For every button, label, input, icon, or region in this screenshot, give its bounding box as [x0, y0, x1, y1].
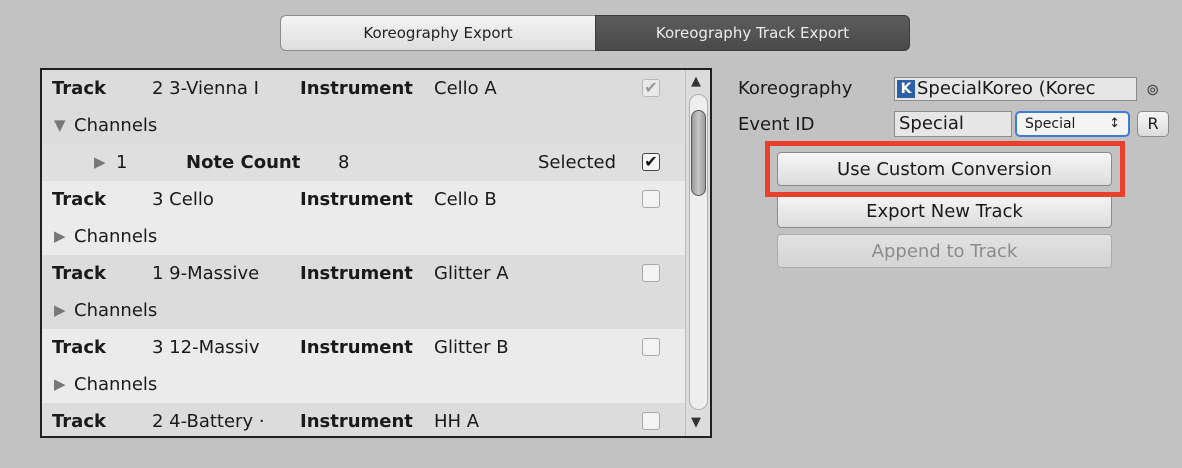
use-custom-conversion-button[interactable]: Use Custom Conversion	[777, 152, 1112, 186]
koreography-asset-icon: K	[897, 80, 915, 98]
up-down-caret-icon: ↕	[1109, 116, 1120, 131]
scroll-thumb[interactable]	[691, 110, 706, 196]
koreography-label: Koreography	[738, 78, 853, 99]
channels-label: Channels	[74, 115, 158, 136]
track-row: Track 3 12-Massiv Instrument Glitter B	[42, 329, 685, 366]
instrument-label: Instrument	[300, 263, 413, 284]
triangle-right-icon: ▶	[54, 301, 66, 319]
instrument-label: Instrument	[300, 411, 413, 432]
selected-label: Selected	[538, 152, 617, 173]
track-rows: Track 2 3-Vienna I Instrument Cello A ✔ …	[42, 70, 685, 436]
arrow-down-icon[interactable]: ▼	[691, 415, 701, 430]
instrument-label: Instrument	[300, 189, 413, 210]
instrument-label: Instrument	[300, 78, 413, 99]
channels-label: Channels	[74, 300, 158, 321]
note-count-value: 8	[338, 152, 350, 173]
track-value: 2 4-Battery ·	[152, 411, 265, 432]
channels-foldout[interactable]: ▶ Channels	[42, 218, 685, 255]
channels-foldout[interactable]: ▶ Channels	[42, 366, 685, 403]
track-value: 3 Cello	[152, 189, 214, 210]
event-id-select[interactable]: Special ↕	[1015, 111, 1130, 137]
instrument-value: Cello B	[434, 189, 497, 210]
track-export-checkbox[interactable]	[642, 190, 660, 208]
track-export-checkbox[interactable]: ✔	[642, 79, 660, 97]
triangle-right-icon: ▶	[54, 375, 66, 393]
track-value: 3 12-Massiv	[152, 337, 260, 358]
event-id-field[interactable]: Special	[894, 111, 1012, 137]
track-label: Track	[52, 78, 106, 99]
target-icon[interactable]: ⊚	[1146, 80, 1159, 99]
track-export-checkbox[interactable]	[642, 338, 660, 356]
event-id-label: Event ID	[738, 114, 815, 135]
track-label: Track	[52, 189, 106, 210]
track-row: Track 2 4-Battery · Instrument HH A	[42, 403, 685, 436]
track-value: 2 3-Vienna I	[152, 78, 259, 99]
arrow-up-icon[interactable]: ▲	[691, 74, 701, 89]
reset-button[interactable]: R	[1137, 111, 1169, 137]
channel-selected-checkbox[interactable]: ✔	[642, 153, 660, 171]
track-export-checkbox[interactable]	[642, 412, 660, 430]
instrument-value: Glitter B	[434, 337, 509, 358]
channel-row: ▶ 1 Note Count 8 Selected ✔	[42, 144, 685, 181]
triangle-down-icon: ▼	[54, 116, 66, 134]
channels-label: Channels	[74, 374, 158, 395]
vertical-scrollbar[interactable]: ▲ ▼	[685, 70, 710, 436]
track-export-checkbox[interactable]	[642, 264, 660, 282]
channels-foldout[interactable]: ▶ Channels	[42, 292, 685, 329]
track-value: 1 9-Massive	[152, 263, 260, 284]
track-label: Track	[52, 411, 106, 432]
note-count-label: Note Count	[186, 152, 301, 173]
instrument-value: Cello A	[434, 78, 497, 99]
track-label: Track	[52, 337, 106, 358]
checkmark-icon: ✔	[644, 152, 658, 171]
channels-label: Channels	[74, 226, 158, 247]
event-id-select-value: Special	[1025, 116, 1076, 132]
append-to-track-button: Append to Track	[777, 234, 1112, 268]
track-row: Track 3 Cello Instrument Cello B	[42, 181, 685, 218]
export-mode-tabs: Koreography Export Koreography Track Exp…	[280, 15, 910, 51]
instrument-label: Instrument	[300, 337, 413, 358]
track-row: Track 2 3-Vienna I Instrument Cello A ✔	[42, 70, 685, 107]
export-new-track-button[interactable]: Export New Track	[777, 194, 1112, 228]
tab-koreography-track-export[interactable]: Koreography Track Export	[595, 15, 910, 51]
koreography-field[interactable]: K SpecialKoreo (Korec	[894, 77, 1137, 101]
track-list: Track 2 3-Vienna I Instrument Cello A ✔ …	[40, 68, 712, 438]
triangle-right-icon[interactable]: ▶	[94, 144, 106, 181]
checkmark-icon: ✔	[644, 78, 658, 97]
triangle-right-icon: ▶	[54, 227, 66, 245]
track-row: Track 1 9-Massive Instrument Glitter A	[42, 255, 685, 292]
instrument-value: HH A	[434, 411, 480, 432]
koreography-value: SpecialKoreo (Korec	[917, 78, 1096, 99]
tab-koreography-export[interactable]: Koreography Export	[280, 15, 595, 51]
channels-foldout[interactable]: ▼ Channels	[42, 107, 685, 144]
channel-index: 1	[116, 152, 128, 173]
track-label: Track	[52, 263, 106, 284]
instrument-value: Glitter A	[434, 263, 509, 284]
